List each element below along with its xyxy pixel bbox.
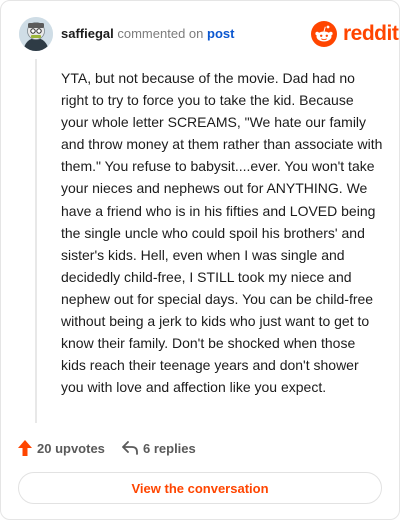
brand-wordmark: reddit	[343, 22, 399, 45]
thread-line[interactable]	[35, 59, 37, 423]
upvote-count: 20 upvotes	[37, 441, 105, 456]
post-link[interactable]: post	[207, 26, 234, 41]
avatar[interactable]	[19, 17, 53, 51]
action-text: commented on	[117, 26, 204, 41]
username-link[interactable]: saffiegal	[61, 26, 114, 41]
comment-card: saffiegal commented on post reddit YTA, …	[0, 0, 400, 520]
reddit-logo-icon	[311, 21, 337, 47]
upvote-arrow-icon	[18, 440, 32, 456]
comment-meta: saffiegal commented on post	[61, 26, 234, 42]
avatar-icon	[19, 17, 53, 51]
reply-arrow-icon	[122, 441, 138, 455]
replies-button[interactable]: 6 replies	[121, 439, 211, 459]
view-conversation-button[interactable]: View the conversation	[18, 472, 382, 504]
comment-body: YTA, but not because of the movie. Dad h…	[61, 70, 383, 396]
reddit-brand[interactable]: reddit	[311, 21, 399, 47]
comment-header: saffiegal commented on post reddit	[17, 15, 399, 55]
upvote-button[interactable]: 20 upvotes	[17, 439, 107, 459]
replies-count: 6 replies	[143, 441, 196, 456]
comment-actions: 20 upvotes 6 replies	[17, 437, 377, 461]
